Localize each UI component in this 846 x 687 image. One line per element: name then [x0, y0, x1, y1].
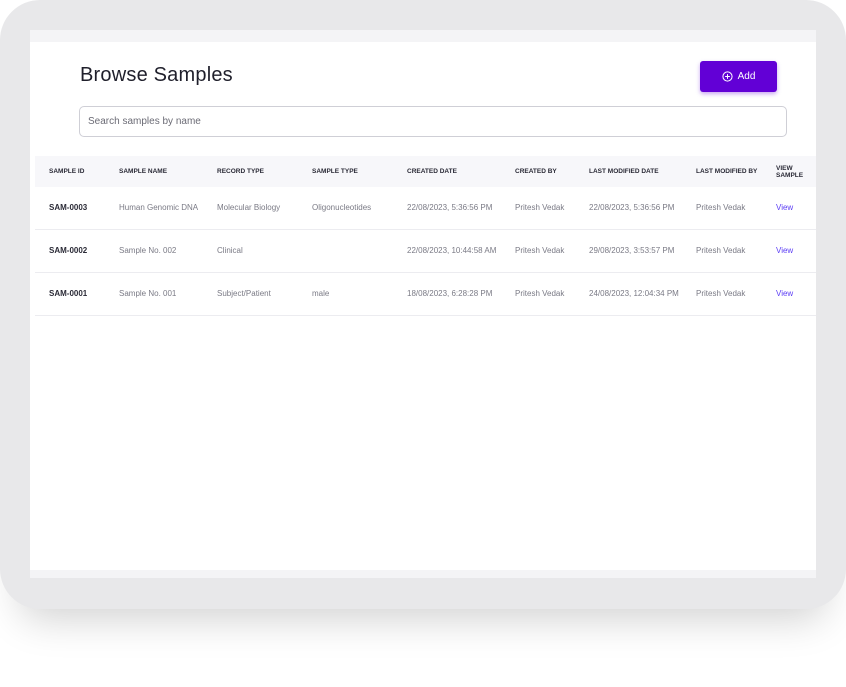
- add-button[interactable]: Add: [700, 61, 777, 92]
- header-sample-name: SAMPLE NAME: [119, 168, 168, 175]
- cell-sample-type: [312, 230, 402, 272]
- table-header: SAMPLE ID SAMPLE NAME RECORD TYPE SAMPLE…: [35, 156, 816, 187]
- cell-sample-name: Sample No. 001: [119, 289, 177, 298]
- cell-created-date: 18/08/2023, 6:28:28 PM: [407, 289, 493, 298]
- cell-last-modified-date: 24/08/2023, 12:04:34 PM: [589, 289, 679, 298]
- table-row: SAM-0001 Sample No. 001 Subject/Patient …: [35, 273, 816, 316]
- samples-table: SAMPLE ID SAMPLE NAME RECORD TYPE SAMPLE…: [35, 156, 816, 316]
- main-content: Browse Samples Add SAMPLE ID SAMPLE NAME…: [30, 42, 816, 570]
- cell-sample-id: SAM-0001: [49, 289, 88, 298]
- view-link[interactable]: View: [776, 230, 816, 272]
- cell-record-type: Subject/Patient: [217, 289, 271, 298]
- cell-last-modified-date: 22/08/2023, 5:36:56 PM: [589, 203, 675, 212]
- cell-created-by: Pritesh Vedak: [515, 203, 565, 212]
- cell-created-by: Pritesh Vedak: [515, 246, 565, 255]
- cell-sample-id: SAM-0002: [49, 246, 88, 255]
- header-last-modified-by: LAST MODIFIED BY: [696, 168, 758, 175]
- cell-last-modified-by: Pritesh Vedak: [696, 246, 746, 255]
- page-title: Browse Samples: [80, 64, 233, 86]
- table-row: SAM-0002 Sample No. 002 Clinical 22/08/2…: [35, 230, 816, 273]
- cell-last-modified-date: 29/08/2023, 3:53:57 PM: [589, 246, 675, 255]
- cell-created-by: Pritesh Vedak: [515, 289, 565, 298]
- add-button-label: Add: [737, 71, 756, 82]
- screen: Browse Samples Add SAMPLE ID SAMPLE NAME…: [30, 30, 816, 578]
- cell-last-modified-by: Pritesh Vedak: [696, 289, 746, 298]
- header-view-sample: VIEW SAMPLE: [776, 164, 804, 179]
- cell-sample-id: SAM-0003: [49, 203, 88, 212]
- header-last-modified-date: LAST MODIFIED DATE: [589, 168, 659, 175]
- header-sample-type: SAMPLE TYPE: [312, 168, 358, 175]
- table-row: SAM-0003 Human Genomic DNA Molecular Bio…: [35, 187, 816, 230]
- cell-record-type: Clinical: [217, 246, 243, 255]
- header-created-date: CREATED DATE: [407, 168, 457, 175]
- cell-created-date: 22/08/2023, 10:44:58 AM: [407, 246, 497, 255]
- header-sample-id: SAMPLE ID: [49, 168, 85, 175]
- cell-record-type: Molecular Biology: [217, 203, 281, 212]
- plus-circle-icon: [722, 71, 733, 82]
- cell-sample-type: Oligonucleotides: [312, 203, 372, 212]
- cell-sample-name: Human Genomic DNA: [119, 203, 199, 212]
- cell-sample-name: Sample No. 002: [119, 246, 177, 255]
- device-frame: Browse Samples Add SAMPLE ID SAMPLE NAME…: [0, 0, 846, 609]
- header-created-by: CREATED BY: [515, 168, 557, 175]
- view-link[interactable]: View: [776, 273, 816, 315]
- cell-created-date: 22/08/2023, 5:36:56 PM: [407, 203, 493, 212]
- view-link[interactable]: View: [776, 187, 816, 229]
- header-record-type: RECORD TYPE: [217, 168, 264, 175]
- cell-last-modified-by: Pritesh Vedak: [696, 203, 746, 212]
- cell-sample-type: male: [312, 289, 330, 298]
- search-input[interactable]: [79, 106, 787, 137]
